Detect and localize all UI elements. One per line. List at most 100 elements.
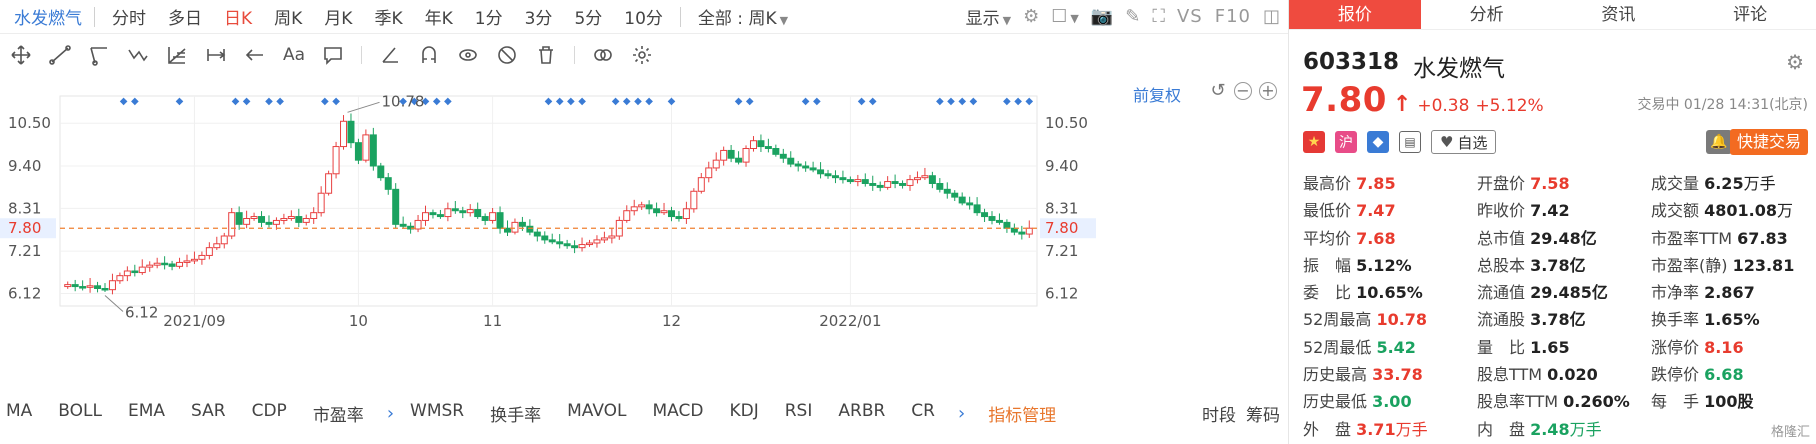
indicator-tab[interactable]: BOLL xyxy=(45,401,115,426)
sidebar-toggle-icon[interactable]: ◫ xyxy=(1263,6,1280,27)
candle-body xyxy=(936,183,944,190)
indicator-tab[interactable]: ARBR xyxy=(825,401,898,426)
period-tab[interactable]: 周K xyxy=(263,4,313,29)
quick-trade-button[interactable]: 快捷交易 xyxy=(1729,129,1808,155)
quote-tab[interactable]: 分析 xyxy=(1421,0,1553,29)
indicator-tab[interactable]: CR xyxy=(898,401,948,426)
period-tab[interactable]: 月K xyxy=(313,4,363,29)
gear-icon[interactable]: ⚙ xyxy=(1023,6,1039,27)
indicator-tab[interactable]: WMSR xyxy=(404,401,477,426)
period-tab[interactable]: 3分 xyxy=(514,4,564,29)
indicator-tab[interactable]: CDP xyxy=(239,401,300,426)
display-menu[interactable]: 显示 ▼ xyxy=(966,4,1011,29)
candle-body xyxy=(362,134,370,161)
add-favorite-button[interactable]: ♥ 自选 xyxy=(1431,130,1497,154)
stock-title-text: 水发燃气 xyxy=(14,9,82,29)
high-label: 10.78 xyxy=(382,92,425,110)
indicator-option[interactable]: 筹码 xyxy=(1246,401,1280,426)
gear-icon[interactable]: ⚙ xyxy=(1786,50,1804,74)
square-icon[interactable]: ☐ ▼ xyxy=(1051,6,1079,27)
candle-body xyxy=(764,146,772,150)
candle-body xyxy=(272,219,280,225)
magnet-icon[interactable] xyxy=(418,42,440,68)
lock-eye-icon[interactable] xyxy=(457,42,479,68)
hide-icon[interactable] xyxy=(496,42,518,68)
period-tab[interactable]: 1分 xyxy=(464,4,514,29)
candle-body xyxy=(489,212,497,221)
arrow-tool-icon[interactable] xyxy=(244,42,266,68)
candle-body xyxy=(667,210,675,218)
indicator-tab[interactable]: MACD xyxy=(640,401,717,426)
stock-connect-icon[interactable]: 沪 xyxy=(1335,131,1357,153)
kline-chart[interactable]: 前复权 ↺ − + 10.50 10.50 9.40 9.40 8.31 8.31 7.21… xyxy=(0,78,1288,390)
measure-tool-icon[interactable] xyxy=(205,42,227,68)
chevron-right-icon[interactable]: › xyxy=(948,403,975,424)
indicator-group-1: MA BOLL EMA SAR CDP 市盈率 xyxy=(0,401,377,426)
fib-tool-icon[interactable] xyxy=(166,42,188,68)
trash-icon[interactable] xyxy=(535,42,557,68)
indicator-management[interactable]: 指标管理 xyxy=(975,401,1069,426)
event-marker: ◆ xyxy=(813,96,821,107)
period-tab[interactable]: 10分 xyxy=(613,4,674,29)
quote-tab[interactable]: 报价 xyxy=(1289,0,1421,29)
indicator-option[interactable]: 时段 xyxy=(1202,401,1236,426)
period-tab[interactable]: 5分 xyxy=(563,4,613,29)
reset-icon[interactable]: ↺ xyxy=(1209,82,1227,100)
indicator-tab[interactable]: 换手率 xyxy=(477,401,554,426)
candle-body xyxy=(981,212,989,218)
stock-selector[interactable]: 水发燃气 xyxy=(0,4,88,29)
range-select[interactable]: 全部 : 周K ▼ xyxy=(687,4,799,29)
camera-icon[interactable]: 📷 xyxy=(1091,6,1113,27)
bell-icon[interactable]: 🔔 xyxy=(1706,130,1732,154)
candle-body xyxy=(899,183,907,186)
comment-tool-icon[interactable] xyxy=(322,42,344,68)
zoom-out-icon[interactable]: − xyxy=(1234,82,1252,100)
text-tool-icon[interactable]: Aa xyxy=(283,42,305,68)
indicator-tab[interactable]: SAR xyxy=(178,401,239,426)
f10-button[interactable]: F10 xyxy=(1215,6,1251,27)
quote-tab[interactable]: 评论 xyxy=(1684,0,1816,29)
vs-button[interactable]: VS xyxy=(1177,6,1203,27)
settings-gear-icon[interactable] xyxy=(631,42,653,68)
pen-icon[interactable]: ✎ xyxy=(1125,6,1140,27)
indicator-tab[interactable]: MA xyxy=(0,401,45,426)
event-marker: ◆ xyxy=(1025,96,1033,107)
indicator-tab[interactable]: KDJ xyxy=(716,401,771,426)
line-tool-icon[interactable] xyxy=(49,42,71,68)
chevron-right-icon[interactable]: › xyxy=(377,403,404,424)
fuquan-toggle[interactable]: 前复权 xyxy=(1133,82,1181,106)
stat-value: 6.68 xyxy=(1704,365,1744,385)
indicator-tab[interactable]: RSI xyxy=(772,401,826,426)
list-icon[interactable]: ▤ xyxy=(1399,131,1421,153)
link-icon[interactable] xyxy=(592,42,614,68)
candle-body xyxy=(399,223,407,227)
zoom-in-icon[interactable]: + xyxy=(1259,82,1277,100)
trade-status: 交易中 01/28 14:31(北京) xyxy=(1637,97,1808,113)
period-tab[interactable]: 季K xyxy=(363,4,413,29)
stat-value: 3.00 xyxy=(1372,392,1412,412)
period-tab[interactable]: 日K xyxy=(213,4,263,29)
quote-stat: 换手率 1.65% xyxy=(1651,306,1811,333)
move-icon[interactable] xyxy=(10,42,32,68)
fullscreen-icon[interactable]: ⛶ xyxy=(1152,6,1165,27)
candle-body xyxy=(1025,227,1033,235)
indicator-tab[interactable]: MAVOL xyxy=(554,401,639,426)
candle-body xyxy=(787,157,795,165)
candle-body xyxy=(325,173,333,194)
indicator-tab[interactable]: 市盈率 xyxy=(300,401,377,426)
angle-tool-icon[interactable] xyxy=(379,42,401,68)
candle-body xyxy=(653,208,661,214)
candle-body xyxy=(466,209,474,214)
channel-tool-icon[interactable] xyxy=(88,42,110,68)
candle-body xyxy=(846,179,854,183)
quote-tab[interactable]: 资讯 xyxy=(1553,0,1685,29)
wave-tool-icon[interactable] xyxy=(127,42,149,68)
price-change: +0.38 xyxy=(1417,96,1470,116)
tag-icon[interactable]: ◆ xyxy=(1367,131,1389,153)
indicator-tab[interactable]: EMA xyxy=(115,401,178,426)
x-tick: 10 xyxy=(349,312,368,330)
period-tab[interactable]: 年K xyxy=(414,4,464,29)
period-tab[interactable]: 多日 xyxy=(157,4,213,29)
event-marker: ◆ xyxy=(802,96,810,107)
period-tab[interactable]: 分时 xyxy=(101,4,157,29)
